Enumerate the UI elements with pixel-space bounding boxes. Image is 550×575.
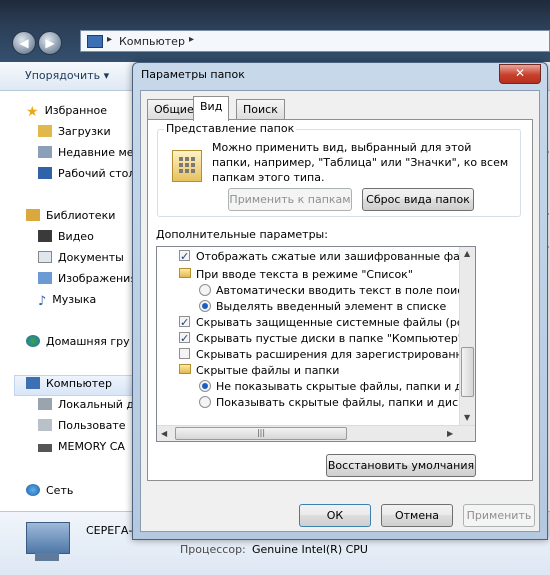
drive-icon xyxy=(38,419,52,431)
navigation-pane: ★ Избранное Загрузки Недавние ме Рабочий … xyxy=(0,91,137,511)
sidebar-item-user-drive[interactable]: Пользовате xyxy=(38,416,126,436)
pictures-icon xyxy=(38,272,52,284)
libraries-icon xyxy=(26,209,40,221)
documents-icon xyxy=(38,251,52,263)
horizontal-scrollbar[interactable]: ◀ ||| ▶ xyxy=(157,425,475,441)
chevron-right-icon[interactable]: ▸ xyxy=(107,34,112,45)
downloads-folder-icon xyxy=(38,125,52,137)
back-button[interactable]: ◀ xyxy=(12,31,36,55)
folder-icon xyxy=(179,268,191,278)
local-disk-icon xyxy=(38,398,52,410)
reset-folders-button[interactable]: Сброс вида папок xyxy=(362,188,474,211)
network-icon xyxy=(26,484,40,496)
radio-button[interactable] xyxy=(199,284,211,296)
computer-icon xyxy=(26,377,40,389)
video-icon xyxy=(38,230,52,242)
star-icon: ★ xyxy=(26,104,39,120)
cancel-button[interactable]: Отмена xyxy=(381,504,453,527)
scroll-left-icon[interactable]: ◀ xyxy=(161,429,167,438)
checkbox[interactable] xyxy=(179,348,190,359)
checkbox[interactable] xyxy=(179,247,190,266)
cpu-label: Процессор: xyxy=(180,543,246,556)
radio-button[interactable] xyxy=(199,396,211,408)
breadcrumb-computer[interactable]: Компьютер xyxy=(119,35,185,48)
checkbox[interactable] xyxy=(179,313,190,332)
sidebar-item-local-disk[interactable]: Локальный д xyxy=(38,395,134,415)
explorer-titlebar: ◀ ▶ ▸ Компьютер ▸ xyxy=(0,0,550,62)
sidebar-item-documents[interactable]: Документы xyxy=(38,248,124,268)
recent-places-icon xyxy=(38,146,52,158)
ok-button[interactable]: ОК xyxy=(299,504,371,527)
vertical-scrollbar[interactable]: ▲ ▼ xyxy=(459,247,475,425)
music-icon: ♪ xyxy=(38,294,47,309)
scroll-down-icon[interactable]: ▼ xyxy=(464,413,470,422)
sidebar-item-favorites[interactable]: ★ Избранное xyxy=(26,101,107,121)
advanced-settings-label: Дополнительные параметры: xyxy=(156,228,328,241)
group-title: Представление папок xyxy=(164,122,297,135)
apply-button[interactable]: Применить xyxy=(463,504,535,527)
desktop-icon xyxy=(38,167,52,179)
dialog-title: Параметры папок xyxy=(141,68,245,81)
apply-to-folders-button[interactable]: Применить к папкам xyxy=(228,188,352,211)
horizontal-scroll-thumb[interactable]: ||| xyxy=(175,427,347,440)
sidebar-item-desktop[interactable]: Рабочий стол xyxy=(38,164,135,184)
sidebar-item-network[interactable]: Сеть xyxy=(26,481,73,501)
sidebar-item-music[interactable]: ♪ Музыка xyxy=(38,290,96,310)
homegroup-icon xyxy=(26,335,40,347)
computer-icon xyxy=(26,522,70,561)
sidebar-item-memory-card[interactable]: MEMORY CA xyxy=(38,437,125,457)
sidebar-item-pictures[interactable]: Изображения xyxy=(38,269,137,289)
view-tab-panel: Представление папок Можно применить вид,… xyxy=(147,119,533,481)
tab-view[interactable]: Вид xyxy=(193,96,230,121)
sidebar-item-downloads[interactable]: Загрузки xyxy=(38,122,111,142)
checkbox[interactable] xyxy=(179,329,190,348)
cpu-value: Genuine Intel(R) CPU xyxy=(252,543,368,556)
vertical-scroll-thumb[interactable] xyxy=(461,347,474,397)
scroll-up-icon[interactable]: ▲ xyxy=(464,249,470,258)
restore-defaults-button[interactable]: Восстановить умолчания xyxy=(326,454,476,477)
memory-card-icon xyxy=(38,444,52,452)
advanced-settings-tree: Отображать сжатые или зашифрованные файл… xyxy=(156,246,476,442)
group-description: Можно применить вид, выбранный для этой … xyxy=(212,141,509,184)
address-bar[interactable]: ▸ Компьютер ▸ xyxy=(80,30,550,52)
folder-options-dialog: Параметры папок ✕ Общие Вид Поиск Предст… xyxy=(132,62,548,540)
folder-icon xyxy=(179,364,191,374)
scroll-right-icon[interactable]: ▶ xyxy=(447,429,453,438)
folder-views-group: Представление папок Можно применить вид,… xyxy=(157,122,521,217)
radio-button[interactable] xyxy=(199,300,211,312)
tab-search[interactable]: Поиск xyxy=(236,99,285,120)
forward-button[interactable]: ▶ xyxy=(38,31,62,55)
computer-icon xyxy=(87,35,103,48)
chevron-right-icon[interactable]: ▸ xyxy=(189,34,194,45)
folder-view-icon xyxy=(172,150,202,182)
radio-button[interactable] xyxy=(199,380,211,392)
computer-name: СЕРЕГА- xyxy=(86,524,133,537)
close-button[interactable]: ✕ xyxy=(499,64,541,84)
sidebar-item-computer[interactable]: Компьютер xyxy=(26,374,112,394)
sidebar-item-video[interactable]: Видео xyxy=(38,227,94,247)
organize-menu[interactable]: Упорядочить ▾ xyxy=(25,69,109,82)
sidebar-item-homegroup[interactable]: Домашняя гру xyxy=(26,332,130,352)
dialog-body: Общие Вид Поиск Представление папок Можн… xyxy=(140,90,540,532)
sidebar-item-libraries[interactable]: Библиотеки xyxy=(26,206,115,226)
sidebar-item-recent[interactable]: Недавние ме xyxy=(38,143,134,163)
